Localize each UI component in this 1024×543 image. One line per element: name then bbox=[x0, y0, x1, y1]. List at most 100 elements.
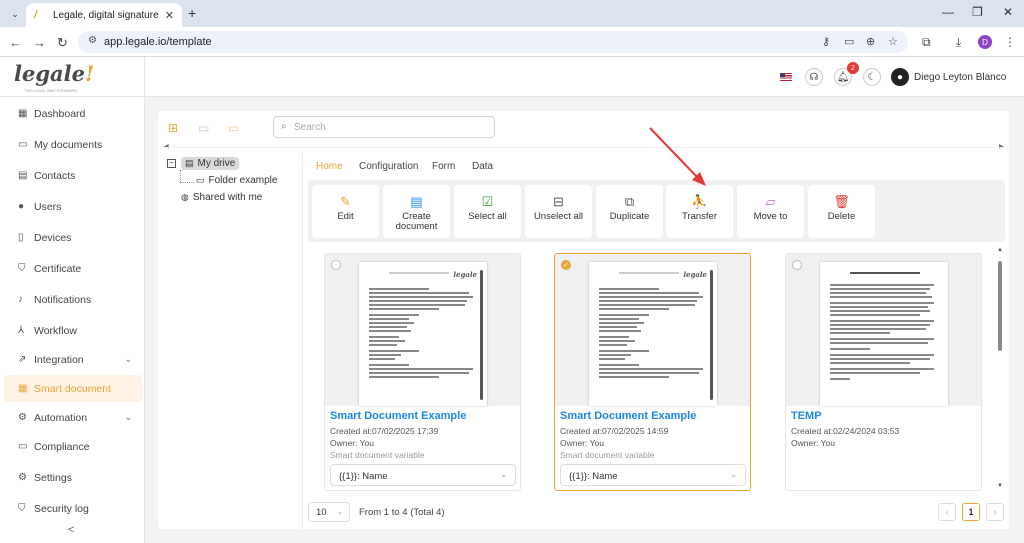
horizontal-scrollbar[interactable] bbox=[164, 147, 1004, 148]
document-name[interactable]: TEMP bbox=[791, 410, 822, 422]
browser-menu-icon[interactable]: ⋮ bbox=[1004, 35, 1016, 49]
document-checkbox[interactable] bbox=[331, 260, 341, 270]
tree-item-my-drive[interactable]: ▤ My drive bbox=[181, 157, 240, 170]
document-name[interactable]: Smart Document Example bbox=[330, 410, 466, 422]
workflow-icon: ⅄ bbox=[18, 325, 25, 336]
sidebar-item-label: Compliance bbox=[34, 440, 90, 453]
document-checkbox-checked[interactable]: ✓ bbox=[561, 260, 571, 270]
url-field[interactable]: ⚙ app.legale.io/template ⚷ ▭ ⊕ ☆ bbox=[78, 31, 908, 53]
support-icon[interactable]: ☊ bbox=[805, 68, 823, 86]
chevron-down-icon: ⌄ bbox=[124, 412, 132, 422]
document-card[interactable]: TEMP Created at:02/24/2024 03:53 Owner: … bbox=[785, 253, 982, 491]
move-to-button[interactable]: ▱ Move to bbox=[737, 185, 804, 238]
delete-label: Delete bbox=[827, 211, 856, 222]
close-window-icon[interactable]: ✕ bbox=[1003, 5, 1013, 19]
document-name[interactable]: Smart Document Example bbox=[560, 410, 696, 422]
edit-button[interactable]: ✎ Edit bbox=[312, 185, 379, 238]
us-flag-icon[interactable] bbox=[780, 73, 792, 81]
new-folder-icon[interactable]: ⊞ bbox=[168, 121, 178, 135]
tab-form[interactable]: Form bbox=[432, 161, 455, 172]
document-thumbnail: legale bbox=[555, 254, 750, 406]
sidebar-item-certificate[interactable]: ⛉ Certificate bbox=[4, 255, 142, 282]
scroll-down-icon[interactable]: ▼ bbox=[997, 483, 1003, 489]
header-divider bbox=[144, 57, 145, 97]
bookmark-star-icon[interactable]: ☆ bbox=[888, 35, 898, 48]
sidebar-item-compliance[interactable]: ▭ Compliance bbox=[4, 433, 142, 460]
documents-scrollbar[interactable]: ▲ ▼ bbox=[997, 247, 1003, 489]
delete-button[interactable]: 🗑︎ Delete bbox=[808, 185, 875, 238]
unselect-all-button[interactable]: ⊟ Unselect all bbox=[525, 185, 592, 238]
document-card[interactable]: legale Smart Document Example Created at… bbox=[324, 253, 521, 491]
duplicate-button[interactable]: ⧉ Duplicate bbox=[596, 185, 663, 238]
sidebar-item-automation[interactable]: ⚙ Automation ⌄ bbox=[4, 404, 142, 431]
reload-icon[interactable]: ↻ bbox=[57, 35, 68, 51]
sidebar-item-notifications[interactable]: ♪ Notifications bbox=[4, 286, 142, 313]
tree-connector bbox=[180, 182, 194, 183]
document-preview: legale bbox=[359, 262, 487, 406]
sidebar-item-integration[interactable]: ⇗ Integration ⌄ bbox=[4, 346, 142, 373]
variable-select[interactable]: {{1}}: Name ⌄ bbox=[330, 464, 516, 486]
legale-logo-mini: legale bbox=[453, 270, 477, 279]
select-all-button[interactable]: ☑ Select all bbox=[454, 185, 521, 238]
key-icon[interactable]: ⚷ bbox=[822, 35, 830, 48]
document-checkbox[interactable] bbox=[792, 260, 802, 270]
profile-avatar[interactable]: D bbox=[978, 35, 992, 49]
user-name[interactable]: Diego Leyton Blanco bbox=[914, 72, 1006, 83]
sidebar-item-workflow[interactable]: ⅄ Workflow bbox=[4, 317, 142, 344]
select-all-label: Select all bbox=[468, 211, 507, 222]
minimize-icon[interactable]: — bbox=[942, 5, 954, 19]
tree-collapse-toggle[interactable]: − bbox=[167, 159, 176, 168]
restore-icon[interactable]: ❐ bbox=[972, 5, 983, 19]
back-icon[interactable]: ← bbox=[9, 35, 22, 50]
sidebar-item-devices[interactable]: ▯ Devices bbox=[4, 224, 142, 251]
site-info-icon[interactable]: ⚙ bbox=[88, 35, 97, 46]
search-input[interactable]: ⌕ Search bbox=[273, 116, 495, 138]
tree-item-folder-example[interactable]: ▭ Folder example bbox=[196, 175, 277, 186]
user-avatar[interactable]: ● bbox=[891, 68, 909, 86]
tab-title: Legale, digital signature bbox=[53, 9, 159, 21]
document-card[interactable]: legale ✓ Smart Document Example Created … bbox=[554, 253, 751, 491]
extensions-icon[interactable]: ⧉ bbox=[922, 35, 931, 50]
sidebar-item-settings[interactable]: ⚙ Settings bbox=[4, 464, 142, 491]
create-document-icon: ▤ bbox=[410, 194, 423, 209]
collapse-sidebar-icon[interactable]: < bbox=[68, 524, 74, 536]
sidebar-item-users[interactable]: ● Users bbox=[4, 193, 142, 220]
delete-folder-icon[interactable]: ▭ bbox=[228, 121, 239, 135]
transfer-button[interactable]: ⛹ Transfer bbox=[666, 185, 733, 238]
next-page-button[interactable]: › bbox=[986, 503, 1004, 521]
new-tab-icon[interactable]: + bbox=[188, 5, 196, 21]
tab-home[interactable]: Home bbox=[316, 161, 343, 172]
variable-select-value: {{1}}: Name bbox=[569, 471, 618, 482]
zoom-icon[interactable]: ⊕ bbox=[866, 35, 875, 48]
download-icon[interactable]: ⤓ bbox=[956, 35, 961, 50]
dark-mode-icon[interactable]: ☾ bbox=[863, 68, 881, 86]
variable-select[interactable]: {{1}}: Name ⌄ bbox=[560, 464, 746, 486]
close-tab-icon[interactable]: ✕ bbox=[165, 9, 174, 22]
scroll-up-icon[interactable]: ▲ bbox=[997, 247, 1003, 253]
page-size-select[interactable]: 10 ⌄ bbox=[308, 502, 350, 522]
sidebar-item-security-log[interactable]: ⛉ Security log bbox=[4, 495, 142, 522]
browser-tab[interactable]: / Legale, digital signature ✕ bbox=[26, 3, 182, 27]
prev-page-button[interactable]: ‹ bbox=[938, 503, 956, 521]
legale-logo[interactable]: legale! bbox=[14, 61, 94, 86]
tab-data[interactable]: Data bbox=[472, 161, 493, 172]
tab-configuration[interactable]: Configuration bbox=[359, 161, 418, 172]
sidebar-item-my-documents[interactable]: ▭ My documents bbox=[4, 131, 142, 158]
sidebar-item-dashboard[interactable]: ▦ Dashboard bbox=[4, 100, 142, 127]
create-document-button[interactable]: ▤ Create document bbox=[383, 185, 450, 238]
document-preview bbox=[820, 262, 948, 406]
page-1-button[interactable]: 1 bbox=[962, 503, 980, 521]
move-to-icon: ▱ bbox=[765, 194, 776, 209]
sidebar-item-contacts[interactable]: ▤ Contacts bbox=[4, 162, 142, 189]
unselect-all-label: Unselect all bbox=[533, 211, 584, 222]
tree-item-shared-with-me[interactable]: ◍ Shared with me bbox=[181, 192, 262, 203]
cast-icon[interactable]: ▭ bbox=[844, 35, 854, 48]
tab-search-icon[interactable]: ⌄ bbox=[6, 5, 24, 23]
sidebar-item-smart-document[interactable]: ▦ Smart document bbox=[4, 375, 142, 402]
forward-icon[interactable]: → bbox=[33, 35, 46, 50]
transfer-label: Transfer bbox=[681, 211, 718, 222]
transfer-icon: ⛹ bbox=[691, 194, 708, 209]
scrollbar-thumb[interactable] bbox=[998, 261, 1002, 351]
sidebar-item-label: Certificate bbox=[34, 262, 82, 275]
edit-folder-icon[interactable]: ▭ bbox=[198, 121, 209, 135]
